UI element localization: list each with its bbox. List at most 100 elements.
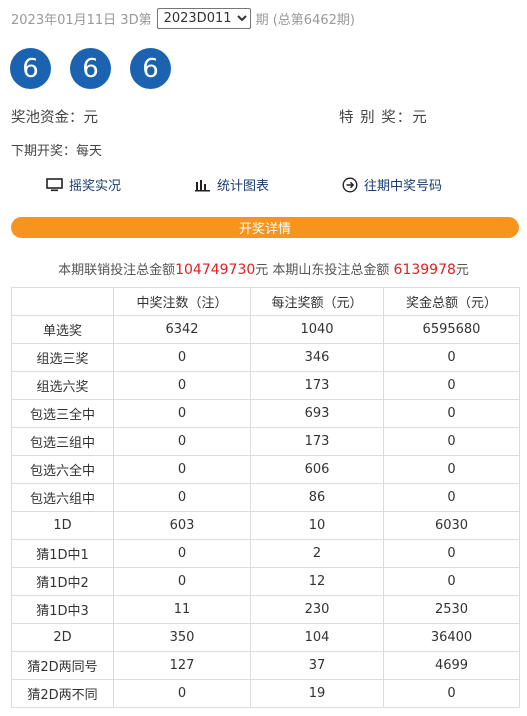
table-row: 组选三奖 0 346 0 [11,343,520,372]
issue-select[interactable]: 2023D011 [156,7,251,29]
national-sales-amount: 104749730 [175,262,256,278]
shandong-sales-amount: 6139978 [393,262,456,278]
prize-total-cell: 0 [383,455,520,484]
prize-name-cell: 猜1D中1 [11,539,114,568]
prize-total-cell: 6595680 [383,315,520,344]
monitor-icon [46,177,63,191]
prize-amount-cell: 173 [250,427,384,456]
winner-count-cell: 0 [113,343,251,372]
arrow-circle-icon [342,176,358,193]
prize-amount-cell: 37 [250,651,384,680]
prize-name-cell: 包选六组中 [11,483,114,512]
prize-total-cell: 4699 [383,651,520,680]
prize-total-cell: 0 [383,371,520,400]
prize-total-cell: 0 [383,679,520,708]
table-row: 包选三组中 0 173 0 [11,427,520,456]
winner-count-cell: 0 [113,539,251,568]
winner-count-cell: 0 [113,427,251,456]
winner-count-cell: 603 [113,511,251,540]
table-row: 猜2D两不同 0 19 0 [11,679,520,708]
stats-chart-label: 统计图表 [217,179,270,194]
prize-total-cell: 6030 [383,511,520,540]
prize-name-cell: 2D [11,623,114,652]
winner-count-cell: 0 [113,399,251,428]
summary-text-1: 本期联销投注总金额 [58,263,176,278]
summary-text-3: 元 [455,263,469,278]
bar-chart-icon [195,179,210,191]
prize-total-cell: 0 [383,399,520,428]
table-row: 猜1D中3 11 230 2530 [11,595,520,624]
column-header: 每注奖额（元） [250,287,384,316]
number-ball: 6 [130,48,171,89]
table-row: 1D 603 10 6030 [11,511,520,540]
table-row: 2D 350 104 36400 [11,623,520,652]
winning-numbers: 6 6 6 [10,48,171,89]
prize-total-cell: 0 [383,483,520,512]
prize-name-cell: 猜2D两不同 [11,679,114,708]
prize-amount-cell: 693 [250,399,384,428]
issue-suffix: 期 (总第6462期) [255,12,355,28]
live-draw-label: 摇奖实况 [69,179,122,194]
prize-amount-cell: 173 [250,371,384,400]
winner-count-cell: 127 [113,651,251,680]
prize-total-cell: 2530 [383,595,520,624]
table-row: 包选三全中 0 693 0 [11,399,520,428]
prize-amount-cell: 86 [250,483,384,512]
special-prize-label: 特 别 奖：元 [339,110,428,126]
prize-name-cell: 猜1D中3 [11,595,114,624]
prize-total-cell: 0 [383,427,520,456]
prize-name-cell: 猜2D两同号 [11,651,114,680]
number-ball: 6 [70,48,111,89]
winner-count-cell: 0 [113,483,251,512]
winner-count-cell: 350 [113,623,251,652]
prize-total-cell: 36400 [383,623,520,652]
prize-name-cell: 包选六全中 [11,455,114,484]
prize-amount-cell: 230 [250,595,384,624]
prize-name-cell: 1D [11,511,114,540]
prize-amount-cell: 346 [250,343,384,372]
prize-amount-cell: 12 [250,567,384,596]
sales-summary: 本期联销投注总金额104749730元 本期山东投注总金额 6139978元 [0,259,527,278]
winner-count-cell: 0 [113,455,251,484]
quick-links: 摇奖实况 统计图表 往期中奖号码 [0,175,527,199]
issue-header: 2023年01月11日 3D第 2023D011 期 (总第6462期) [11,7,355,29]
prize-amount-cell: 10 [250,511,384,540]
history-link[interactable]: 往期中奖号码 [342,175,442,194]
table-row: 包选六全中 0 606 0 [11,455,520,484]
prize-name-cell: 组选六奖 [11,371,114,400]
history-label: 往期中奖号码 [364,179,443,194]
prize-amount-cell: 104 [250,623,384,652]
number-ball: 6 [10,48,51,89]
date-label: 2023年01月11日 3D第 [11,12,152,28]
winner-count-cell: 11 [113,595,251,624]
column-header: 中奖注数（注） [113,287,251,316]
prize-total-cell: 0 [383,539,520,568]
live-draw-link[interactable]: 摇奖实况 [46,175,121,194]
prize-name-cell: 包选三组中 [11,427,114,456]
column-header [11,287,114,316]
table-row: 组选六奖 0 173 0 [11,371,520,400]
table-row: 猜2D两同号 127 37 4699 [11,651,520,680]
table-header-row: 中奖注数（注） 每注奖额（元） 奖金总额（元） [11,287,520,316]
winner-count-cell: 6342 [113,315,251,344]
table-row: 单选奖 6342 1040 6595680 [11,315,520,344]
table-row: 猜1D中2 0 12 0 [11,567,520,596]
prize-name-cell: 猜1D中2 [11,567,114,596]
prize-total-cell: 0 [383,343,520,372]
winner-count-cell: 0 [113,371,251,400]
prize-amount-cell: 19 [250,679,384,708]
winner-count-cell: 0 [113,567,251,596]
stats-chart-link[interactable]: 统计图表 [195,175,269,194]
table-row: 猜1D中1 0 2 0 [11,539,520,568]
winner-count-cell: 0 [113,679,251,708]
summary-text-2: 元 本期山东投注总金额 [255,263,394,278]
draw-details-bar[interactable]: 开奖详情 [11,217,519,238]
prize-table: 中奖注数（注） 每注奖额（元） 奖金总额（元） 单选奖 6342 1040 65956… [11,287,520,708]
prize-name-cell: 单选奖 [11,315,114,344]
prize-pool-label: 奖池资金：元 [11,110,98,126]
draw-details-label: 开奖详情 [238,222,291,237]
prize-total-cell: 0 [383,567,520,596]
prize-amount-cell: 606 [250,455,384,484]
next-draw-label: 下期开奖：每天 [11,144,103,159]
prize-name-cell: 组选三奖 [11,343,114,372]
